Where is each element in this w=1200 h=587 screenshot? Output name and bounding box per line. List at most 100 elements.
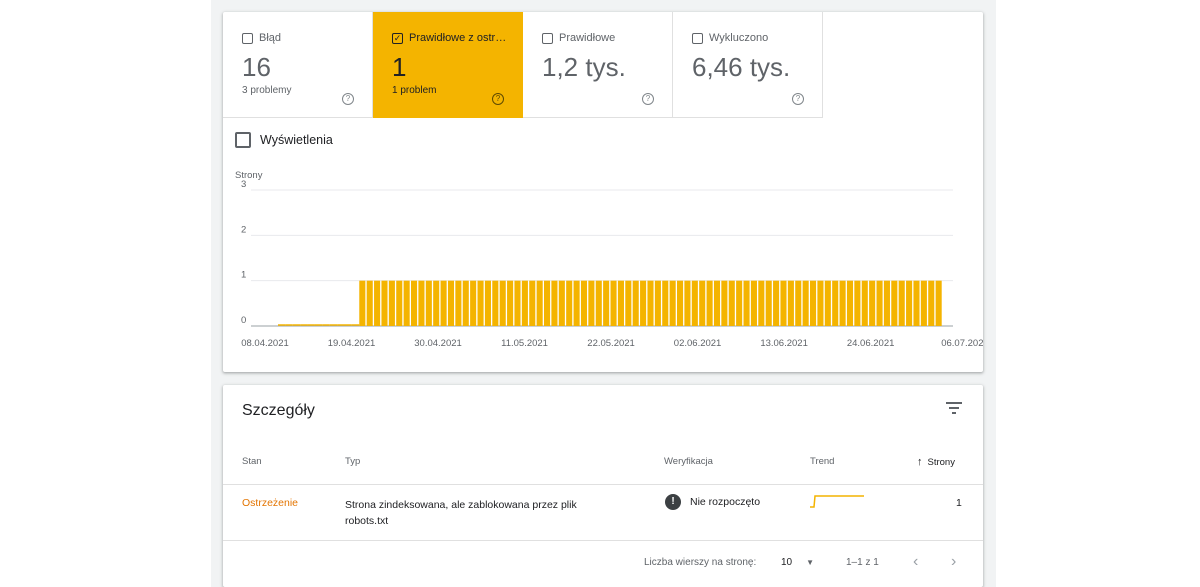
checkbox-icon[interactable] bbox=[235, 132, 251, 148]
row-type-line: robots.txt bbox=[345, 515, 389, 527]
checkbox-checked-icon[interactable]: ✓ bbox=[392, 32, 403, 44]
x-tick-label: 30.04.2021 bbox=[414, 338, 462, 349]
col-header-status[interactable]: Stan bbox=[242, 456, 262, 467]
x-tick-label: 22.05.2021 bbox=[587, 338, 635, 349]
tile-value: 1,2 tys. bbox=[542, 52, 626, 82]
chart-bar bbox=[558, 280, 565, 326]
chart-bar bbox=[484, 280, 491, 326]
chart-bar bbox=[691, 280, 698, 326]
tile-value: 6,46 tys. bbox=[692, 52, 791, 82]
checkbox-icon[interactable] bbox=[242, 32, 253, 44]
divider bbox=[223, 484, 983, 485]
chart-bar bbox=[359, 280, 366, 326]
chart-bar bbox=[839, 280, 846, 326]
row-pages: 1 bbox=[956, 497, 962, 509]
col-header-verification[interactable]: Weryfikacja bbox=[664, 456, 713, 467]
col-header-type[interactable]: Typ bbox=[345, 456, 360, 467]
chart-bar bbox=[861, 280, 868, 326]
chart-bar bbox=[906, 280, 913, 326]
trend-sparkline bbox=[810, 495, 864, 508]
tile-excluded[interactable]: Wykluczono 6,46 tys. ? bbox=[673, 12, 823, 118]
chart-bar bbox=[566, 280, 573, 326]
chart-bar bbox=[425, 280, 432, 326]
y-tick-label: 0 bbox=[241, 315, 246, 326]
help-icon[interactable]: ? bbox=[642, 93, 654, 105]
chart-bar bbox=[403, 280, 410, 326]
chart-bar bbox=[810, 280, 817, 326]
x-tick-label: 02.06.2021 bbox=[674, 338, 722, 349]
chart-bar bbox=[418, 280, 425, 326]
chart-bar bbox=[787, 280, 794, 326]
checkbox-icon[interactable] bbox=[692, 32, 703, 44]
col-header-trend[interactable]: Trend bbox=[810, 456, 834, 467]
y-axis-label: Strony bbox=[235, 170, 263, 181]
help-icon[interactable]: ? bbox=[492, 93, 504, 105]
chart-bar bbox=[477, 280, 484, 326]
chart-bar bbox=[603, 280, 610, 326]
rows-per-page-select[interactable]: 10 ▼ bbox=[781, 557, 814, 568]
chart-bar bbox=[869, 280, 876, 326]
chart-bar bbox=[632, 280, 639, 326]
filter-icon[interactable] bbox=[945, 401, 963, 415]
tile-label: Wykluczono bbox=[709, 32, 769, 44]
chart-bar bbox=[736, 280, 743, 326]
chart-bar bbox=[521, 280, 528, 326]
chart-bar bbox=[662, 280, 669, 326]
chart-bar bbox=[595, 280, 602, 326]
chart-bar bbox=[854, 280, 861, 326]
row-verification: ! Nie rozpoczęto bbox=[665, 494, 760, 510]
tile-sub: 1 problem bbox=[392, 85, 437, 96]
col-header-pages[interactable]: ↑ Strony bbox=[917, 456, 955, 468]
tile-valid[interactable]: Prawidłowe 1,2 tys. ? bbox=[523, 12, 673, 118]
row-type-line: Strona zindeksowana, ale zablokowana prz… bbox=[345, 499, 577, 511]
tile-value: 16 bbox=[242, 52, 271, 82]
exclamation-icon: ! bbox=[665, 494, 681, 510]
help-icon[interactable]: ? bbox=[342, 93, 354, 105]
chevron-left-icon[interactable]: ‹ bbox=[913, 553, 918, 571]
chart-bar bbox=[876, 280, 883, 326]
chart-bar bbox=[647, 280, 654, 326]
chart-bar bbox=[935, 280, 942, 326]
chart-bar bbox=[706, 280, 713, 326]
chart-bar bbox=[499, 280, 506, 326]
chart-bar bbox=[883, 280, 890, 326]
chart-bar bbox=[551, 280, 558, 326]
help-icon[interactable]: ? bbox=[792, 93, 804, 105]
chart-bar bbox=[898, 280, 905, 326]
chart-bar bbox=[913, 280, 920, 326]
chart-bar bbox=[440, 280, 447, 326]
x-tick-label: 13.06.2021 bbox=[760, 338, 808, 349]
tile-valid-with-warnings[interactable]: ✓Prawidłowe z ostrzeżeniami 1 1 problem … bbox=[373, 12, 523, 118]
tile-value: 1 bbox=[392, 52, 407, 82]
views-toggle[interactable]: Wyświetlenia bbox=[235, 132, 333, 148]
x-tick-label: 19.04.2021 bbox=[328, 338, 376, 349]
tile-sub: 3 problemy bbox=[242, 85, 292, 96]
x-tick-label: 24.06.2021 bbox=[847, 338, 895, 349]
x-tick-label: 08.04.2021 bbox=[241, 338, 289, 349]
tile-label: Błąd bbox=[259, 32, 282, 44]
y-tick-label: 2 bbox=[241, 224, 246, 235]
chart-bar bbox=[388, 280, 395, 326]
row-verification-label: Nie rozpoczęto bbox=[690, 496, 761, 508]
y-tick-label: 3 bbox=[241, 179, 246, 190]
chart-bar bbox=[750, 280, 757, 326]
chart-bar bbox=[411, 280, 418, 326]
chart-bar bbox=[544, 280, 551, 326]
details-card: Szczegóły Stan Typ Weryfikacja Trend ↑ S… bbox=[223, 385, 983, 587]
row-status: Ostrzeżenie bbox=[242, 497, 299, 509]
chart-bar bbox=[654, 280, 661, 326]
tile-label: Prawidłowe z ostrzeżeniami bbox=[409, 32, 509, 44]
checkbox-icon[interactable] bbox=[542, 32, 553, 44]
status-tiles: Błąd 16 3 problemy ? ✓ Prawidłowe z ostrz… bbox=[223, 12, 823, 118]
chevron-right-icon[interactable]: › bbox=[951, 553, 956, 571]
chart-bar bbox=[758, 280, 765, 326]
chart-bar bbox=[610, 280, 617, 326]
chart-bar bbox=[536, 280, 543, 326]
details-title: Szczegóły bbox=[242, 402, 315, 419]
chart-bar bbox=[699, 280, 706, 326]
chart-bar bbox=[625, 280, 632, 326]
tile-error[interactable]: Błąd 16 3 problemy ? bbox=[223, 12, 373, 118]
chart-bar bbox=[713, 280, 721, 326]
chart-bar bbox=[573, 280, 580, 326]
chart-bar bbox=[817, 280, 824, 326]
